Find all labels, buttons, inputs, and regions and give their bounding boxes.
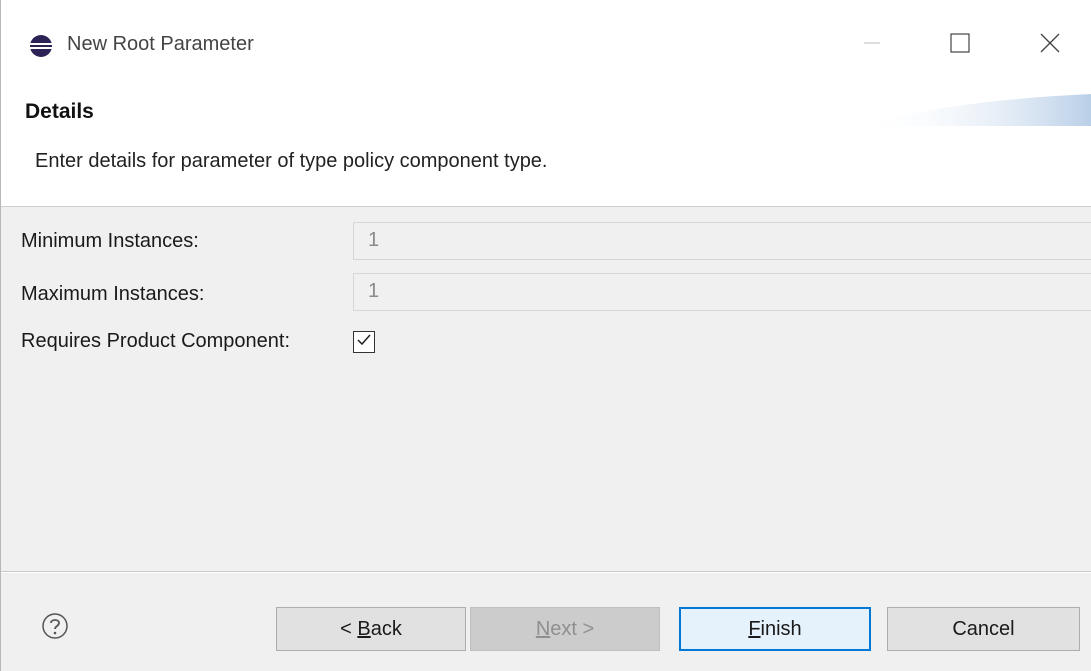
- dialog-window: New Root Parameter Details Enter details…: [0, 0, 1091, 671]
- wizard-header: Details Enter details for parameter of t…: [1, 90, 1091, 207]
- cancel-button[interactable]: Cancel: [887, 607, 1080, 651]
- page-description: Enter details for parameter of type poli…: [35, 150, 548, 172]
- maximize-button[interactable]: [935, 24, 985, 66]
- back-button[interactable]: < Back: [276, 607, 466, 651]
- finish-button-mnemonic: F: [748, 617, 761, 640]
- maximize-icon: [949, 32, 971, 59]
- header-banner-graphic: [862, 94, 1091, 126]
- minimize-button[interactable]: [847, 24, 897, 66]
- requires-product-component-checkbox[interactable]: [353, 331, 375, 353]
- eclipse-icon: [29, 34, 53, 58]
- next-button[interactable]: Next >: [470, 607, 660, 651]
- finish-button-rest: inish: [760, 617, 802, 640]
- back-button-prefix: <: [340, 617, 358, 640]
- cancel-button-label: Cancel: [952, 617, 1015, 640]
- help-icon: [41, 613, 69, 644]
- footer-separator: [1, 571, 1091, 573]
- max-instances-label: Maximum Instances:: [21, 283, 205, 305]
- checkmark-icon: [356, 332, 372, 353]
- next-button-mnemonic: N: [535, 617, 551, 640]
- max-instances-field[interactable]: 1: [353, 273, 1091, 311]
- requires-product-component-label: Requires Product Component:: [21, 330, 291, 352]
- finish-button[interactable]: Finish: [679, 607, 871, 651]
- minimize-icon: [862, 33, 882, 58]
- help-button[interactable]: [41, 612, 69, 640]
- back-button-mnemonic: B: [357, 617, 371, 640]
- min-instances-label: Minimum Instances:: [21, 230, 199, 252]
- close-button[interactable]: [1025, 24, 1075, 66]
- page-title: Details: [25, 100, 94, 123]
- min-instances-field[interactable]: 1: [353, 222, 1091, 260]
- title-bar: New Root Parameter: [1, 0, 1091, 90]
- close-icon: [1039, 32, 1061, 59]
- window-title: New Root Parameter: [67, 33, 254, 55]
- back-button-rest: ack: [370, 617, 402, 640]
- next-button-rest: ext >: [550, 617, 595, 640]
